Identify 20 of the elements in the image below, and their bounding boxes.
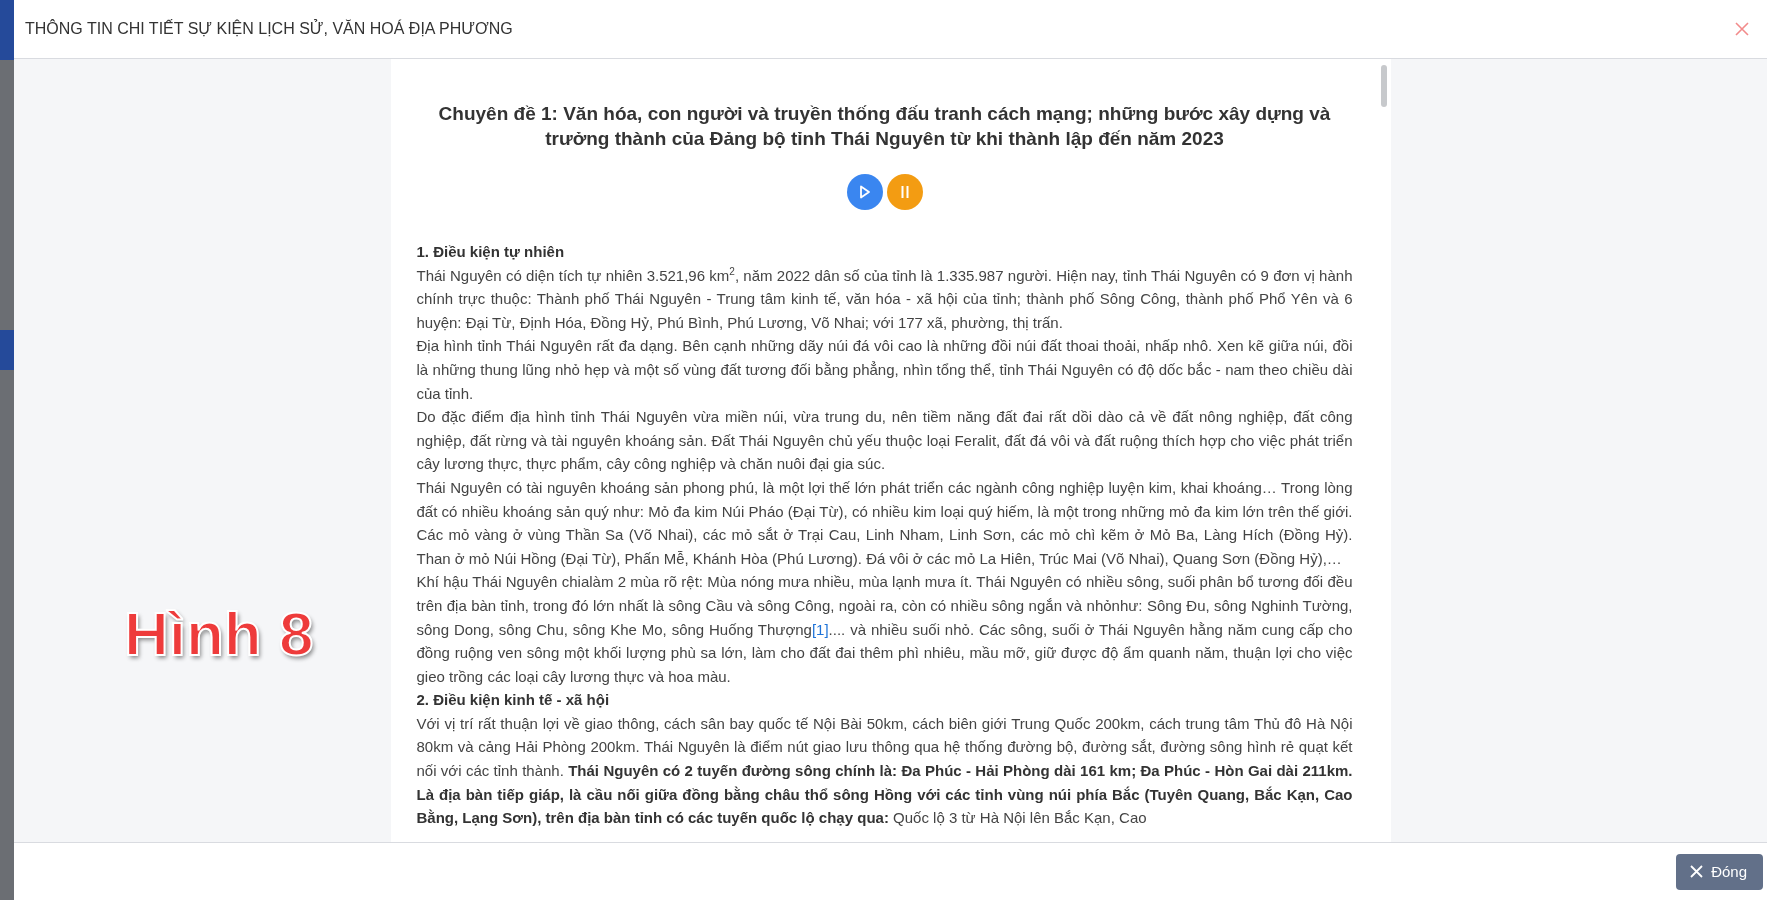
section-heading: 1. Điều kiện tự nhiên <box>416 242 566 262</box>
figure-label: Hình 8 <box>124 598 314 669</box>
pause-button[interactable] <box>886 174 923 210</box>
paragraph: Khí hậu Thái Nguyên chialàm 2 mùa rõ rệt: Mùa nóng mưa nhiều, mùa lạnh mưa ít. Thái Nguyên có nhiều sông, suối phân bổ tương đối đều trên địa bàn tỉnh, trong đó lớn nhất là sông Cầu và sông Công, ngoài ra, còn có nhiều sông ngắn và nhỏnhư: Sông Đu, sông Nghinh Tường, sông Dong, sông Chu, sông Khe Mo, sông Huống Thượng[1].... và nhiều suối nhỏ. Các sông, suối ở Thái Nguyên hằng năm cung cấp cho đồng ruộng ven sông một khối lượng phù sa lớn, làm cho đất đai thêm phì nhiêu, mầu mỡ, giữ được độ ẩm quanh năm, thuận lợi cho việc gieo trồng các loại cây lương thực và hoa màu. <box>416 572 1353 687</box>
section-heading: 2. Điều kiện kinh tế - xã hội <box>416 690 611 711</box>
paragraph: Địa hình tỉnh Thái Nguyên rất đa dạng. Bên cạnh những dãy núi đá vôi cao là những đồi núi đất thoai thoải, nhấp nhô. Xen kẽ giữa núi, đồi là những thung lũng nhỏ hẹp và một số vùng đất tương đối bằng phẳng, nhìn tổng thể, tỉnh Thái Nguyên có độ dốc bắc - nam theo chiều dài của tỉnh. <box>416 336 1353 404</box>
dialog-title: THÔNG TIN CHI TIẾT SỰ KIỆN LỊCH SỬ, VĂN HOÁ ĐỊA PHƯƠNG <box>25 20 513 38</box>
paragraph: Thái Nguyên có tài nguyên khoáng sản phong phú, là một lợi thế lớn phát triển các ngành công nghiệp luyện kim, khai khoáng… Trong lòng đất có nhiều khoáng sản quý như: Mỏ đa kim Núi Pháo (Đại Từ), có nhiều kim loại quý hiếm, là một trong những mỏ đa kim lớn trên thế giới. Các mỏ vàng ở vùng Thần Sa (Võ Nhai), các mỏ sắt ở Trại Cau, Linh Nham, Linh Sơn, các mỏ chì kẽm ở Mỏ Ba, Làng Hích (Đồng Hỷ). Than ở mỏ Núi Hồng (Đại Từ), Phấn Mễ, Khánh Hòa (Phú Lương). Đá vôi ở các mỏ La Hiên, Trúc Mai (Võ Nhai), Quang Sơn (Đồng Hỷ),… <box>416 477 1353 569</box>
close-icon[interactable] <box>1735 22 1749 36</box>
close-button[interactable]: Đóng <box>1676 853 1763 890</box>
close-icon <box>1690 865 1704 878</box>
paragraph: Do đặc điểm địa hình tỉnh Thái Nguyên vừa miền núi, vừa trung du, nên tiềm năng đất đai rất dồi dào cả về đất nông nghiệp, đất công nghiệp, đất rừng và tài nguyên khoáng sản. Đất Thái Nguyên chủ yếu thuộc loại Feralit, đất đá vôi và đất ruộng thích hợp cho việc phát triển cây lương thực, thực phẩm, cây công nghiệp và chăn nuôi đại gia súc. <box>416 407 1353 475</box>
pause-icon <box>899 185 910 199</box>
paragraph: Với vị trí rất thuận lợi về giao thông, cách sân bay quốc tế Nội Bài 50km, cách biên giới Trung Quốc 200km, cách trung tâm Thủ đô Hà Nội 80km và cảng Hải Phòng 200km. Thái Nguyên là điểm nút giao lưu thông qua hệ thống đường bộ, đường sắt, đường sông hình rẻ quạt kết nối với các tỉnh thành. Thái Nguyên có 2 tuyến đường sông chính là: Đa Phúc - Hải Phòng dài 161 km; Đa Phúc - Hòn Gai dài 211km. Là địa bàn tiếp giáp, là cầu nối giữa đồng bằng châu thổ sông Hồng với các tỉnh vùng núi phía Bắc (Tuyên Quang, Bắc Kạn, Cao Bằng, Lạng Sơn), trên địa bàn tỉnh có các tuyến quốc lộ chạy qua: Quốc lộ 3 từ Hà Nội lên Bắc Kạn, Cao <box>416 713 1353 829</box>
footnote-link[interactable]: [1] <box>811 620 829 638</box>
play-icon <box>858 185 871 199</box>
article-title: Chuyên đề 1: Văn hóa, con người và truyền thống đấu tranh cách mạng; những bước xây dựng và trưởng thành của Đảng bộ tỉnh Thái Nguyên từ khi thành lập đến năm 2023 <box>437 102 1332 151</box>
play-button[interactable] <box>846 174 883 210</box>
scrollbar-thumb[interactable] <box>1380 65 1387 107</box>
paragraph: Thái Nguyên có diện tích tự nhiên 3.521,96 km$^{2}$, năm 2022 dân số của tỉnh là 1.335.987 người. Hiện nay, tỉnh Thái Nguyên có 9 đơn vị hành chính trực thuộc: Thành phố Thái Nguyên - Trung tâm kinh tế, văn hóa - xã hội của tỉnh; thành phố Sông Công, thành phố Phổ Yên và 6 huyện: Đại Từ, Định Hóa, Đồng Hỷ, Phú Bình, Phú Lương, Võ Nhai; với 177 xã, phường, thị trấn. <box>416 264 1353 333</box>
